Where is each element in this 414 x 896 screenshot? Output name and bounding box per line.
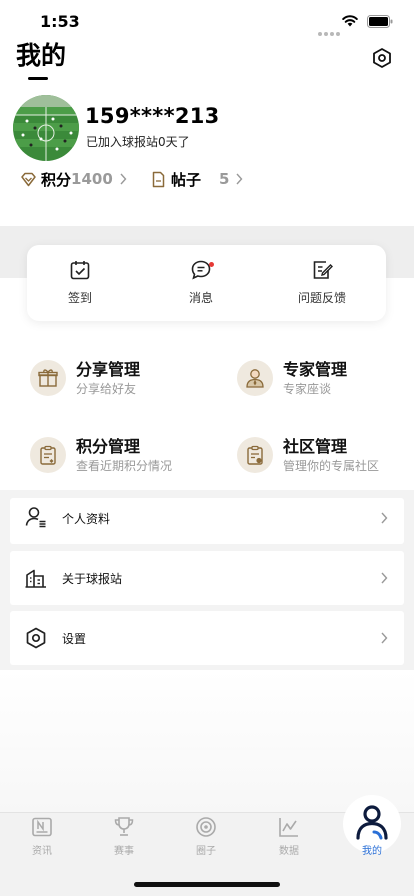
tab-mine[interactable]: 我的 <box>342 805 402 857</box>
community-management[interactable]: 社区管理 管理你的专属社区 <box>237 433 414 477</box>
join-days-text: 已加入球报站0天了 <box>86 135 190 149</box>
menu-item-settings[interactable]: 设置 <box>10 611 404 665</box>
avatar[interactable] <box>13 95 79 161</box>
points-label: 积分 <box>41 170 72 189</box>
share-management-subtitle: 分享给好友 <box>76 382 137 396</box>
feedback-label: 问题反馈 <box>297 291 346 305</box>
tab-circle[interactable]: 圈子 <box>176 815 236 857</box>
tab-mine-label: 我的 <box>362 846 382 857</box>
user-icon <box>356 805 388 840</box>
menu-item-profile-label: 个人资料 <box>62 512 111 526</box>
wifi-icon <box>342 15 358 27</box>
gift-icon <box>30 360 66 396</box>
points-stat[interactable]: 积分 1400 <box>20 168 127 190</box>
clipboard-icon <box>30 437 66 473</box>
share-management[interactable]: 分享管理 分享给好友 <box>30 356 230 400</box>
battery-icon <box>367 15 393 28</box>
diamond-icon <box>21 172 36 186</box>
news-icon <box>32 817 52 837</box>
chevron-right-icon <box>381 512 388 524</box>
content-background <box>0 670 414 812</box>
page-title: 我的 <box>16 41 67 70</box>
tab-matches[interactable]: 赛事 <box>94 815 154 857</box>
tab-news-label: 资讯 <box>32 846 52 857</box>
checkin-button[interactable]: 签到 <box>30 259 130 306</box>
title-underline <box>28 77 48 80</box>
messages-label: 消息 <box>188 291 213 305</box>
avatar-image <box>13 95 79 161</box>
community-management-subtitle: 管理你的专属社区 <box>283 459 380 473</box>
posts-label: 帖子 <box>171 170 202 189</box>
settings-icon <box>26 627 46 649</box>
tab-data[interactable]: 数据 <box>259 815 319 857</box>
profile-icon <box>25 507 46 528</box>
menu-item-settings-label: 设置 <box>62 632 87 646</box>
points-management-title: 积分管理 <box>76 437 141 456</box>
settings-icon[interactable] <box>371 47 393 69</box>
quick-actions-card: 签到 消息 问题反馈 <box>27 245 386 321</box>
checkin-label: 签到 <box>67 291 92 305</box>
messages-button[interactable]: 消息 <box>151 259 251 306</box>
chart-icon <box>279 818 298 837</box>
menu-item-about-label: 关于球报站 <box>62 572 123 586</box>
home-indicator <box>134 882 280 887</box>
community-management-title: 社区管理 <box>283 437 348 456</box>
tab-circle-label: 圈子 <box>196 846 216 857</box>
menu-item-about[interactable]: 关于球报站 <box>10 551 404 605</box>
trophy-icon <box>114 817 134 836</box>
chevron-right-icon <box>381 572 388 584</box>
points-value: 1400 <box>71 170 113 188</box>
user-phone: 159****213 <box>85 104 220 128</box>
unread-badge <box>209 262 214 267</box>
expert-icon <box>237 360 273 396</box>
share-management-title: 分享管理 <box>76 360 141 379</box>
tab-news[interactable]: 资讯 <box>12 815 72 857</box>
chevron-right-icon <box>236 173 243 185</box>
document-icon <box>152 171 165 187</box>
points-management[interactable]: 积分管理 查看近期积分情况 <box>30 433 230 477</box>
chevron-right-icon <box>381 632 388 644</box>
tab-matches-label: 赛事 <box>114 846 134 857</box>
signal-icon <box>318 21 342 40</box>
expert-management-subtitle: 专家座谈 <box>283 382 332 396</box>
status-time: 1:53 <box>40 12 80 31</box>
edit-note-icon <box>313 261 333 279</box>
posts-value: 5 <box>219 170 230 188</box>
expert-management[interactable]: 专家管理 专家座谈 <box>237 356 414 400</box>
posts-stat[interactable]: 帖子 5 <box>150 168 243 190</box>
points-management-subtitle: 查看近期积分情况 <box>76 459 173 473</box>
building-icon <box>25 569 46 588</box>
tab-data-label: 数据 <box>279 846 299 857</box>
circle-icon <box>196 817 216 837</box>
feedback-button[interactable]: 问题反馈 <box>272 259 372 306</box>
chevron-right-icon <box>120 173 127 185</box>
clipboard-chat-icon <box>237 437 273 473</box>
expert-management-title: 专家管理 <box>283 360 348 379</box>
menu-item-profile[interactable]: 个人资料 <box>10 498 404 544</box>
calendar-check-icon <box>70 261 90 280</box>
